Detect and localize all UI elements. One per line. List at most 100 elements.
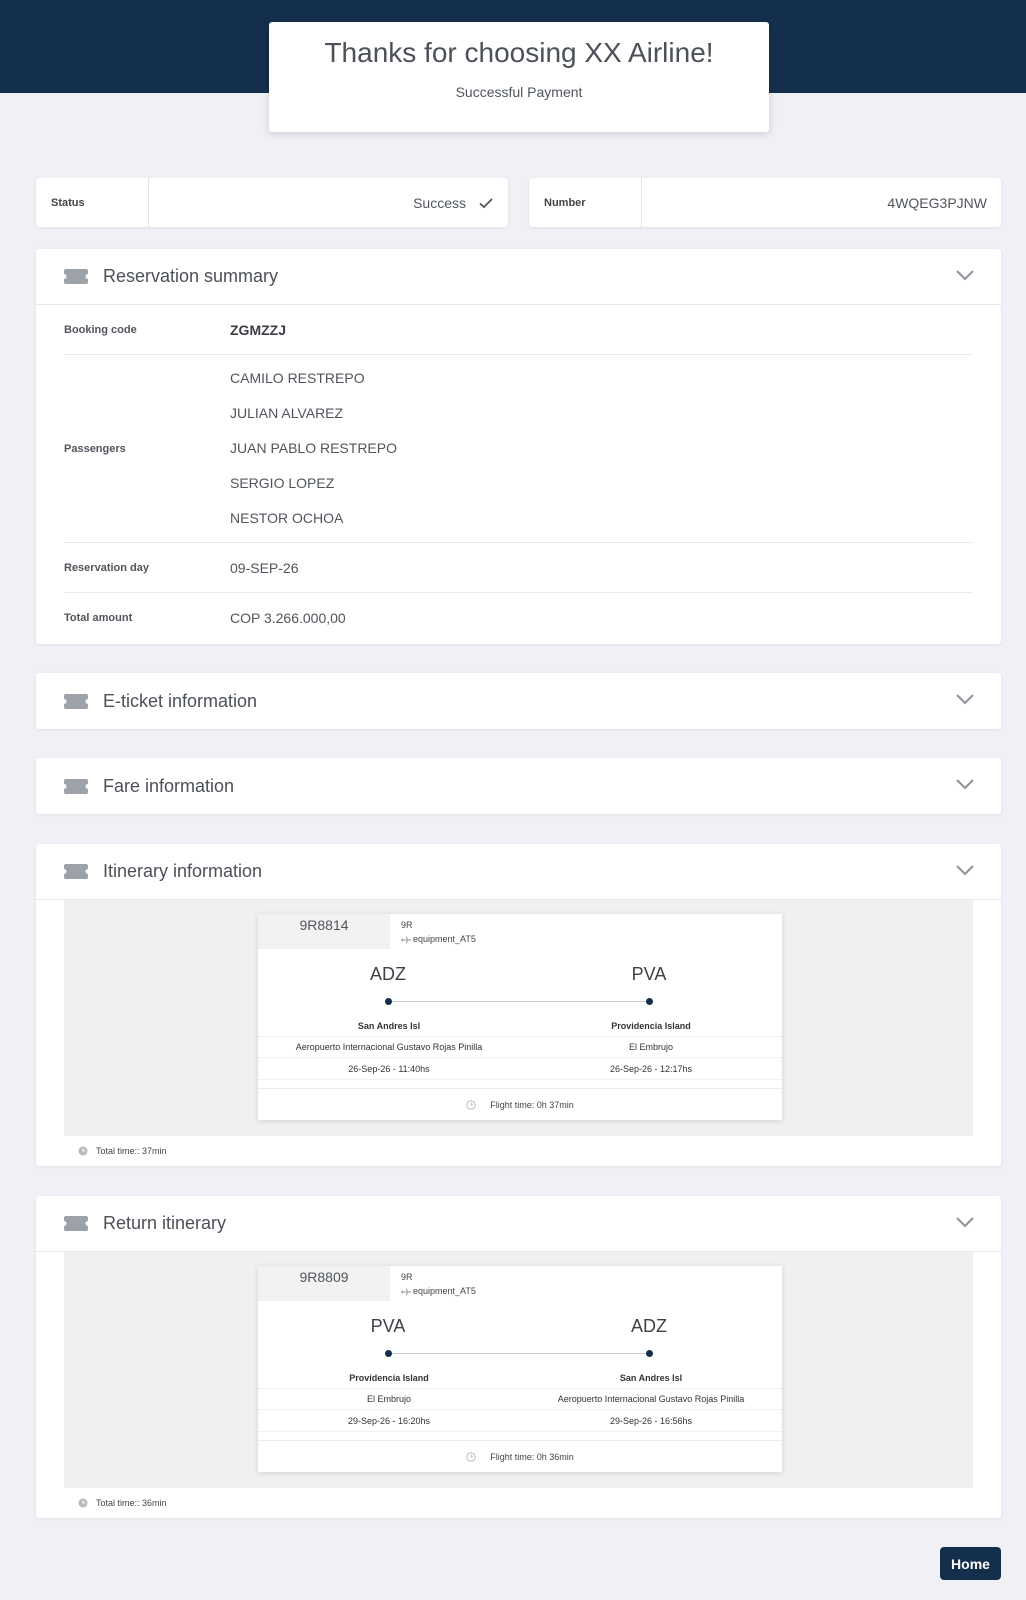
status-value: Success — [413, 194, 466, 211]
datetime-row: 29-Sep-26 - 16:20hs 29-Sep-26 - 16:56hs — [258, 1411, 782, 1432]
equipment-label: equipment_AT5 — [413, 934, 476, 944]
total-amount-row: Total amount COP 3.266.000,00 — [64, 593, 973, 643]
itinerary-panel: 9R8814 9R equipment_AT5 ADZ PVA San Andr… — [64, 900, 973, 1136]
passenger-name: CAMILO RESTREPO — [230, 370, 365, 386]
total-time-row: Total time:: 36min — [78, 1498, 167, 1508]
total-time: Total time:: 36min — [96, 1498, 167, 1508]
ticket-icon — [64, 778, 88, 794]
passenger-name: JULIAN ALVAREZ — [230, 405, 344, 421]
passenger-name: NESTOR OCHOA — [230, 510, 344, 526]
equipment-row: equipment_AT5 — [401, 1284, 476, 1298]
destination-datetime: 26-Sep-26 - 12:17hs — [609, 1064, 693, 1074]
reservation-summary-card: Reservation summary Booking code ZGMZZJ … — [36, 249, 1001, 644]
fare-header[interactable]: Fare information — [36, 758, 1001, 814]
flight-time-row: Flight time: 0h 36min — [258, 1440, 782, 1472]
booking-code-row: Booking code ZGMZZJ — [64, 305, 973, 355]
city-row: Providencia Island San Andres Isl — [258, 1368, 782, 1389]
booking-code-label: Booking code — [64, 323, 137, 336]
flight-number: 9R8814 — [258, 914, 390, 949]
equipment-row: equipment_AT5 — [401, 932, 476, 946]
route-line — [388, 1001, 649, 1002]
passenger-name: SERGIO LOPEZ — [230, 475, 335, 491]
origin-dot — [385, 1350, 392, 1357]
origin-dot — [385, 998, 392, 1005]
plane-icon — [401, 935, 411, 944]
itinerary-header[interactable]: Itinerary information — [36, 844, 1001, 900]
airport-row: Aeropuerto Internacional Gustavo Rojas P… — [258, 1037, 782, 1058]
eticket-title: E-ticket information — [103, 690, 258, 711]
itinerary-title: Itinerary information — [103, 861, 263, 881]
destination-airport: Aeropuerto Internacional Gustavo Rojas P… — [557, 1394, 745, 1404]
destination-code: ADZ — [631, 1316, 667, 1336]
route-codes: ADZ PVA — [258, 964, 782, 988]
fare-title: Fare information — [103, 775, 235, 796]
clock-icon — [466, 1451, 476, 1462]
return-itinerary-title: Return itinerary — [103, 1213, 227, 1233]
plane-icon — [401, 1287, 411, 1296]
itinerary-card: Itinerary information 9R8814 9R equipmen… — [36, 844, 1001, 1166]
carrier-code: 9R — [401, 1272, 413, 1282]
ticket-icon — [64, 269, 88, 284]
flight-card: 9R8814 9R equipment_AT5 ADZ PVA San Andr… — [258, 914, 782, 1120]
chevron-down-icon[interactable] — [955, 269, 975, 282]
home-button[interactable]: Home — [940, 1547, 1001, 1580]
origin-airport: Aeropuerto Internacional Gustavo Rojas P… — [295, 1042, 483, 1052]
carrier-code: 9R — [401, 920, 413, 930]
ticket-icon — [64, 1216, 88, 1231]
datetime-row: 26-Sep-26 - 11:40hs 26-Sep-26 - 12:17hs — [258, 1059, 782, 1080]
return-itinerary-header[interactable]: Return itinerary — [36, 1196, 1001, 1252]
flight-number: 9R8809 — [258, 1266, 390, 1301]
destination-city: San Andres Isl — [619, 1373, 683, 1383]
number-box: Number 4WQEG3PJNW — [529, 178, 1001, 227]
flight-time: Flight time: 0h 36min — [490, 1451, 574, 1462]
status-value-wrap: Success — [149, 195, 508, 211]
check-icon — [479, 197, 493, 208]
return-itinerary-card: Return itinerary 9R8809 9R equipment_AT5… — [36, 1196, 1001, 1518]
passengers-list: CAMILO RESTREPO JULIAN ALVAREZ JUAN PABL… — [230, 355, 397, 542]
chevron-down-icon[interactable] — [955, 864, 975, 877]
origin-city: San Andres Isl — [357, 1021, 421, 1031]
clock-icon — [466, 1099, 476, 1110]
booking-code-value: ZGMZZJ — [230, 321, 286, 338]
page-subtitle: Successful Payment — [455, 84, 583, 100]
reservation-day-label: Reservation day — [64, 561, 149, 574]
city-row: San Andres Isl Providencia Island — [258, 1016, 782, 1037]
origin-airport: El Embrujo — [366, 1394, 411, 1404]
origin-code: ADZ — [370, 964, 406, 984]
chevron-down-icon[interactable] — [955, 1216, 975, 1229]
origin-city: Providencia Island — [349, 1373, 429, 1383]
destination-dot — [646, 998, 653, 1005]
destination-dot — [646, 1350, 653, 1357]
flight-time: Flight time: 0h 37min — [490, 1099, 574, 1110]
origin-datetime: 26-Sep-26 - 11:40hs — [348, 1064, 430, 1074]
flight-carrier-info: 9R equipment_AT5 — [401, 1270, 476, 1298]
origin-code: PVA — [370, 1316, 406, 1336]
route-codes: PVA ADZ — [258, 1316, 782, 1340]
total-amount-value: COP 3.266.000,00 — [230, 610, 346, 626]
eticket-header[interactable]: E-ticket information — [36, 673, 1001, 729]
origin-datetime: 29-Sep-26 - 16:20hs — [347, 1416, 431, 1426]
passengers-label: Passengers — [64, 442, 126, 455]
total-time-row: Total time:: 37min — [78, 1146, 167, 1156]
flight-time-row: Flight time: 0h 37min — [258, 1088, 782, 1120]
clock-icon — [78, 1498, 88, 1508]
equipment-label: equipment_AT5 — [413, 1286, 476, 1296]
flight-card: 9R8809 9R equipment_AT5 PVA ADZ Providen… — [258, 1266, 782, 1472]
destination-city: Providencia Island — [611, 1021, 691, 1031]
chevron-down-icon[interactable] — [955, 693, 975, 706]
destination-datetime: 29-Sep-26 - 16:56hs — [609, 1416, 693, 1426]
chevron-down-icon[interactable] — [955, 778, 975, 791]
passengers-row: Passengers CAMILO RESTREPO JULIAN ALVARE… — [64, 355, 973, 543]
ticket-icon — [64, 693, 88, 709]
reservation-day-value: 09-SEP-26 — [230, 559, 299, 576]
route-line — [388, 1353, 649, 1354]
ticket-icon — [64, 864, 88, 879]
return-itinerary-panel: 9R8809 9R equipment_AT5 PVA ADZ Providen… — [64, 1252, 973, 1488]
eticket-card: E-ticket information — [36, 673, 1001, 729]
flight-carrier-info: 9R equipment_AT5 — [401, 918, 476, 946]
reservation-summary-header[interactable]: Reservation summary — [36, 249, 1001, 305]
reservation-summary-title: Reservation summary — [103, 266, 279, 286]
passenger-name: JUAN PABLO RESTREPO — [230, 440, 398, 456]
total-amount-label: Total amount — [64, 612, 133, 624]
destination-airport: El Embrujo — [628, 1042, 673, 1052]
